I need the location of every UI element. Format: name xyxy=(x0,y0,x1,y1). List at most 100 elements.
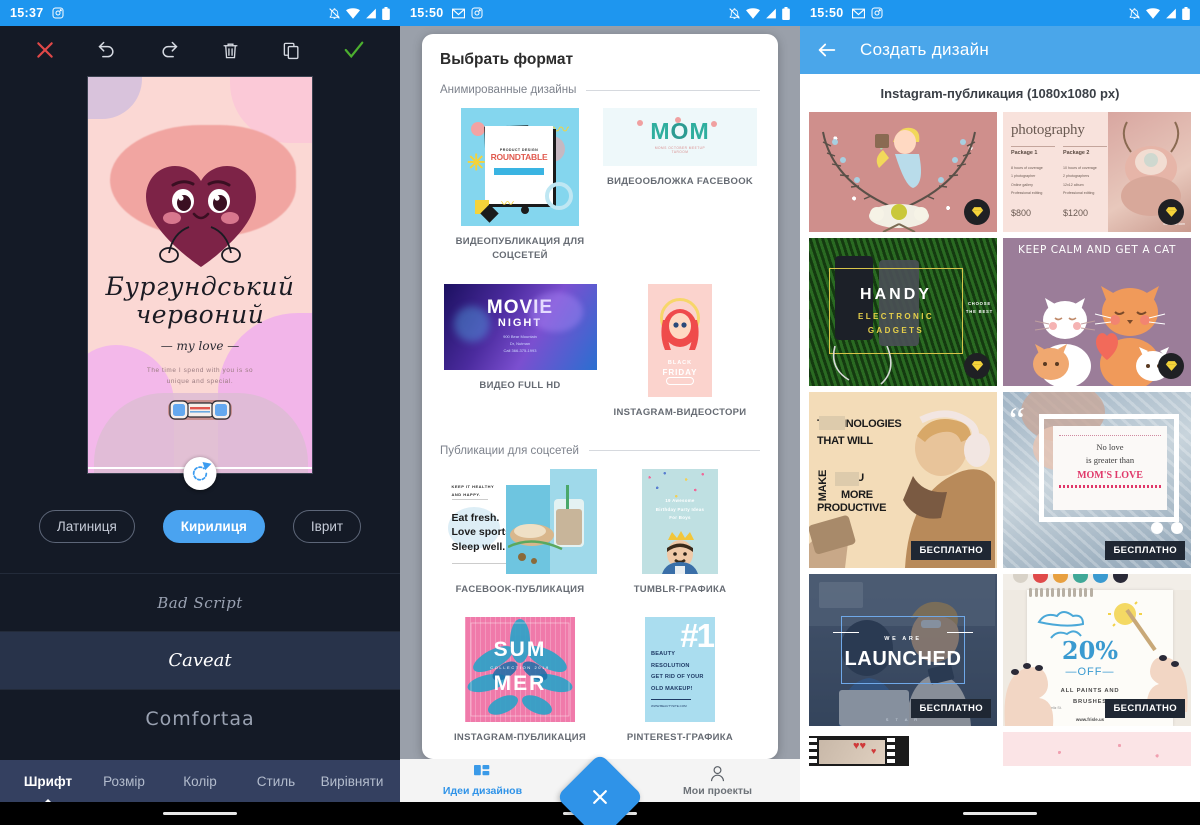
format-label: PINTEREST-ГРАФИКА xyxy=(626,732,734,743)
canvas-subline[interactable]: — my love — xyxy=(88,339,312,353)
thumb-moms-love-quote: “ No love is greater than MOM'S LOVE БЕСП… xyxy=(1003,392,1191,568)
person-icon xyxy=(709,765,726,782)
template-card[interactable] xyxy=(1000,729,1194,769)
thumb-black-friday-story: BLACK FRIDAY xyxy=(648,283,712,397)
arrow-back-icon[interactable] xyxy=(816,39,838,61)
thumb-film-strip-hearts: ♥♥ ♥ xyxy=(809,732,997,766)
format-label: INSTAGRAM-ВИДЕОСТОРИ xyxy=(613,406,747,418)
thumb-eat-fresh: KEEP IT HEALTHY AND HAPPY. Eat fresh. Love… xyxy=(443,468,597,574)
thumb-technologies-productive: TECHNOLOGIESTHAT WILL MAKE YOUMORE PRODU… xyxy=(809,392,997,568)
format-row: MOVIE NIGHT 900 Bear Mountain Dr, Nutman C… xyxy=(440,278,760,430)
divider xyxy=(588,450,760,452)
tab-style[interactable]: Стиль xyxy=(238,774,314,789)
format-label: ВИДЕООБЛОЖКА FACEBOOK xyxy=(606,176,754,187)
chip-cyrillic[interactable]: Кирилиця xyxy=(162,510,265,543)
duplicate-button[interactable] xyxy=(282,41,301,60)
free-badge: БЕСПЛАТНО xyxy=(1105,541,1185,560)
home-indicator[interactable] xyxy=(963,812,1037,815)
nav-my-projects[interactable]: Мои проекты xyxy=(635,765,800,797)
heart-character-illustration xyxy=(146,166,256,267)
signal-icon xyxy=(365,8,377,19)
chip-hebrew[interactable]: Іврит xyxy=(292,510,362,543)
thumb-movie-night: MOVIE NIGHT 900 Bear Mountain Dr, Nutman C… xyxy=(443,283,597,370)
template-card[interactable] xyxy=(806,109,1000,235)
thumb-handy-gadgets: HANDY ELECTRONIC GADGETS CHOOSE THE BEST xyxy=(809,238,997,386)
gmail-icon xyxy=(452,8,466,19)
tab-font[interactable]: Шрифт xyxy=(10,774,86,789)
free-badge: БЕСПЛАТНО xyxy=(911,699,991,718)
template-card[interactable]: 20% —OFF— ALL PAINTS ANDBRUSHES 2575 Los… xyxy=(1000,571,1194,729)
template-card[interactable]: HANDY ELECTRONIC GADGETS CHOOSE THE BEST xyxy=(806,235,1000,389)
section-title: Публикации для соцсетей xyxy=(440,444,579,457)
notifications-off-icon xyxy=(328,7,341,20)
canvas-body-text[interactable]: The time I spend with you is so unique a… xyxy=(116,365,284,387)
section-title: Анимированные дизайны xyxy=(440,84,577,96)
font-option-comfortaa[interactable]: Comfortaa xyxy=(0,689,400,747)
thumb-we-are-launched: WE ARE LAUNCHED S T A R БЕСПЛАТНО xyxy=(809,574,997,726)
status-bar-3: 15:50 xyxy=(800,0,1200,26)
editor-toolbar xyxy=(0,26,400,74)
close-button[interactable] xyxy=(35,40,55,60)
tab-color[interactable]: Колір xyxy=(162,774,238,789)
format-card-fb-video-cover[interactable]: MOM MOMS OCTOBER MEETUP TAROOM ВИДЕООБЛО… xyxy=(600,102,760,274)
signal-icon xyxy=(1165,8,1177,19)
font-option-caveat[interactable]: Caveat xyxy=(0,631,400,689)
thumb-summer-post: SUM COLLECTION 2019 MER xyxy=(465,617,575,722)
format-card-tumblr-graphic[interactable]: 19 Awesome Birthday Party Ideas For Boys T… xyxy=(600,463,760,607)
format-card-video-fullhd[interactable]: MOVIE NIGHT 900 Bear Mountain Dr, Nutman C… xyxy=(440,278,600,430)
format-card-video-post[interactable]: ✳ 〰 PRODUCT DESIGN ROUNDTABLE 〰 ВИДЕОПУБ… xyxy=(440,102,600,274)
free-badge: БЕСПЛАТНО xyxy=(1105,699,1185,718)
nav-design-ideas[interactable]: Идеи дизайнов xyxy=(400,764,565,797)
app-bar: Создать дизайн xyxy=(800,26,1200,74)
page-title: Создать дизайн xyxy=(860,40,990,59)
gmail-icon xyxy=(852,8,866,19)
format-label: ВИДЕО FULL HD xyxy=(479,379,561,391)
thumb-mom-cover: MOM MOMS OCTOBER MEETUP TAROOM xyxy=(603,108,757,166)
format-card-instagram-videostory[interactable]: BLACK FRIDAY INSTAGRAM-ВИДЕОСТОРИ xyxy=(600,278,760,430)
wifi-icon xyxy=(746,7,760,19)
status-time: 15:50 xyxy=(810,6,844,20)
battery-icon xyxy=(782,6,790,20)
format-subtitle: Instagram-публикация (1080x1080 px) xyxy=(880,86,1120,101)
redo-button[interactable] xyxy=(159,40,179,60)
wifi-icon xyxy=(346,7,360,19)
format-card-facebook-post[interactable]: KEEP IT HEALTHY AND HAPPY. Eat fresh. Love… xyxy=(440,463,600,607)
nav-label: Идеи дизайнов xyxy=(442,784,523,797)
template-card[interactable]: WE ARE LAUNCHED S T A R БЕСПЛАТНО xyxy=(806,571,1000,729)
notifications-off-icon xyxy=(728,7,741,20)
instagram-icon xyxy=(52,7,64,19)
tab-align[interactable]: Вирівняти xyxy=(314,774,390,789)
status-time: 15:50 xyxy=(410,6,444,20)
format-card-instagram-post[interactable]: SUM COLLECTION 2019 MER INSTAGRAM-ПУБЛИК… xyxy=(440,611,600,755)
section-header-animated: Анимированные дизайны xyxy=(440,84,760,96)
delete-button[interactable] xyxy=(221,41,240,60)
signal-icon xyxy=(765,8,777,19)
canvas-sticker[interactable] xyxy=(167,397,233,423)
chip-latin[interactable]: Латиниця xyxy=(38,510,135,543)
font-option-bad-script[interactable]: Bad Script xyxy=(0,573,400,631)
undo-button[interactable] xyxy=(97,40,117,60)
rotate-handle[interactable] xyxy=(183,457,217,490)
template-card[interactable]: “ No love is greater than MOM'S LOVE БЕСП… xyxy=(1000,389,1194,571)
battery-icon xyxy=(382,6,390,20)
pro-badge xyxy=(964,353,990,379)
template-card[interactable]: photography Package 1 Package 2 8 hours … xyxy=(1000,109,1194,235)
canvas-headline[interactable]: Бургундський червоний xyxy=(88,273,312,329)
close-icon xyxy=(590,787,610,807)
template-card[interactable]: KEEP CALM AND GET A CAT xyxy=(1000,235,1194,389)
format-label: TUMBLR-ГРАФИКА xyxy=(633,583,727,595)
template-card[interactable]: ♥♥ ♥ xyxy=(806,729,1000,769)
editor-tab-bar: Шрифт Розмір Колір Стиль Вирівняти xyxy=(0,760,400,802)
tab-size[interactable]: Розмір xyxy=(86,774,162,789)
pro-badge xyxy=(1158,199,1184,225)
design-canvas[interactable]: Бургундський червоний — my love — The ti… xyxy=(87,76,313,474)
home-indicator[interactable] xyxy=(163,812,237,815)
format-picker-sheet: Выбрать формат Анимированные дизайны ✳ 〰… xyxy=(422,34,778,759)
status-bar-2: 15:50 xyxy=(400,0,800,26)
confirm-button[interactable] xyxy=(343,39,365,61)
thumb-beauty-resolution: #1 BEAUTY RESOLUTION GET RID OF YOUR OLD MA… xyxy=(645,617,715,722)
thumb-keep-calm-cat: KEEP CALM AND GET A CAT xyxy=(1003,238,1191,386)
format-card-pinterest-graphic[interactable]: #1 BEAUTY RESOLUTION GET RID OF YOUR OLD MA… xyxy=(600,611,760,755)
nav-label: Мои проекты xyxy=(683,784,752,797)
template-card[interactable]: TECHNOLOGIESTHAT WILL MAKE YOUMORE PRODU… xyxy=(806,389,1000,571)
